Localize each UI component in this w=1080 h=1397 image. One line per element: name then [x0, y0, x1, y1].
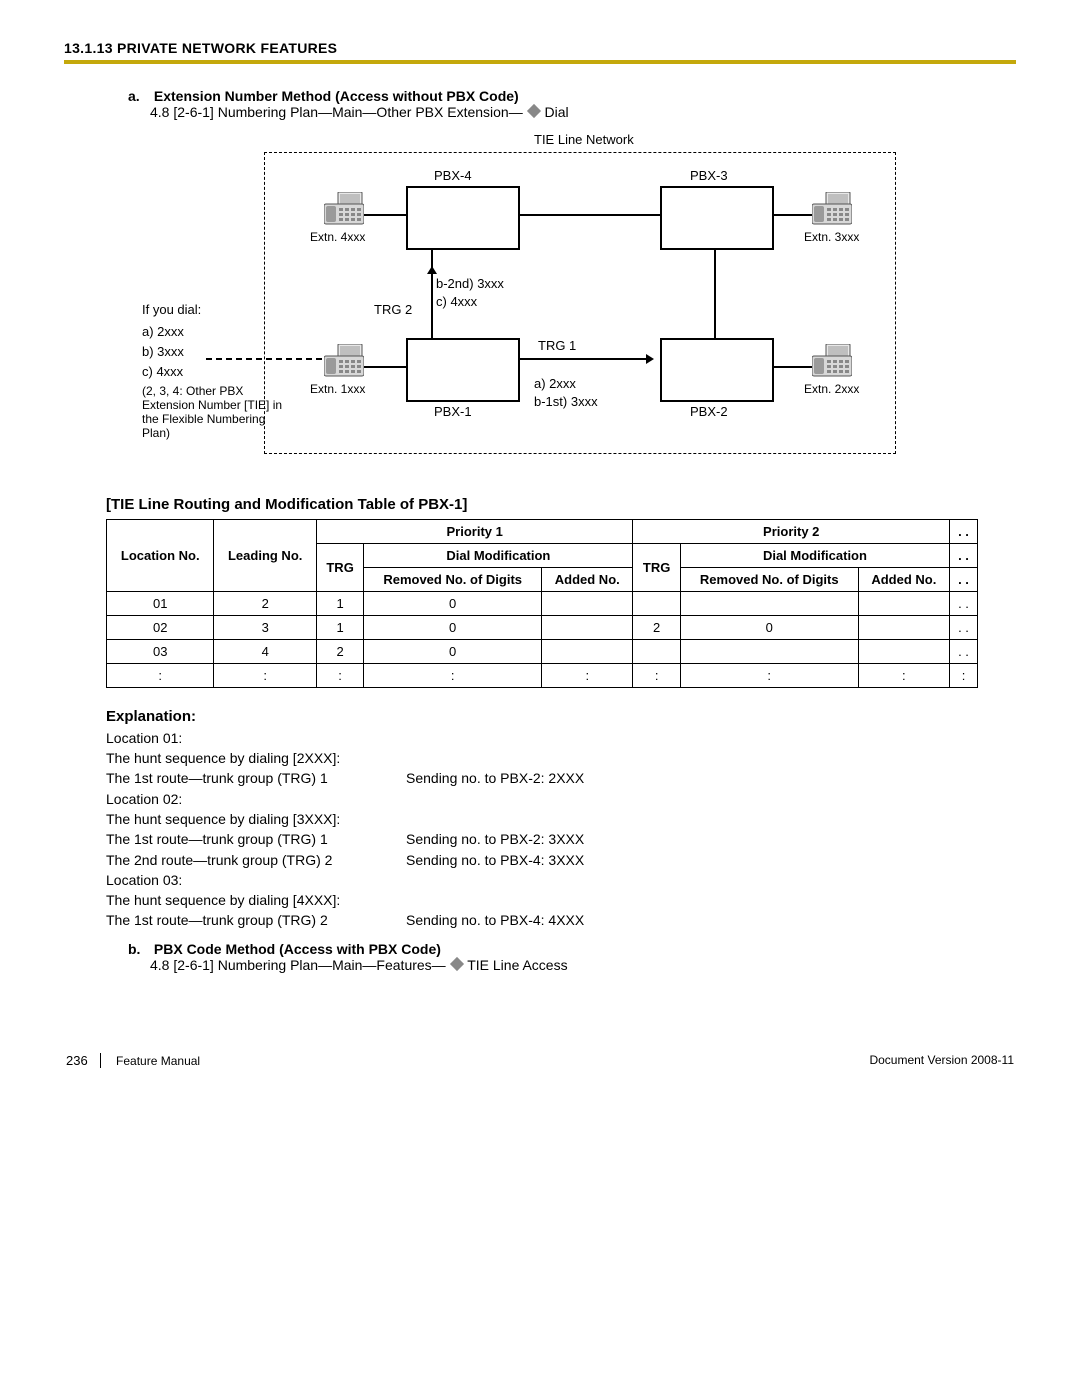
loc02-label: Location 02:	[106, 789, 1016, 809]
phone-icon	[812, 344, 852, 378]
a2-label: a) 2xxx	[534, 376, 576, 391]
th-trg1: TRG	[316, 544, 363, 592]
loc02-hunt: The hunt sequence by dialing [3XXX]:	[106, 809, 1016, 829]
b1st-label: b-1st) 3xxx	[534, 394, 598, 409]
th-location: Location No.	[107, 520, 214, 592]
table-title: [TIE Line Routing and Modification Table…	[106, 496, 1016, 513]
th-dots: . .	[950, 568, 978, 592]
th-add2: Added No.	[858, 568, 949, 592]
th-dots: . .	[950, 544, 978, 568]
ext2-label: Extn. 2xxx	[804, 382, 859, 396]
th-dots: . .	[950, 520, 978, 544]
table-row: : : : : : : : : :	[107, 664, 978, 688]
loc02-route2-left: The 2nd route—trunk group (TRG) 2	[106, 850, 406, 870]
th-add1: Added No.	[542, 568, 633, 592]
phone-icon	[324, 192, 364, 226]
page-footer: 236 Feature Manual Document Version 2008…	[64, 1053, 1016, 1068]
phone-icon	[324, 344, 364, 378]
page-number: 236	[66, 1053, 101, 1068]
th-leading: Leading No.	[214, 520, 316, 592]
item-b-label: b.	[128, 941, 150, 957]
diagram-title: TIE Line Network	[534, 132, 634, 147]
item-b-text-suffix: TIE Line Access	[467, 957, 567, 973]
th-rem1: Removed No. of Digits	[364, 568, 542, 592]
b2nd-label: b-2nd) 3xxx	[436, 276, 504, 291]
c4-label: c) 4xxx	[436, 294, 477, 309]
loc01-label: Location 01:	[106, 728, 1016, 748]
item-a-text-suffix: Dial	[545, 104, 569, 120]
table-row: 03 4 2 0 . .	[107, 640, 978, 664]
th-priority2: Priority 2	[633, 520, 950, 544]
routing-table: Location No. Leading No. Priority 1 Prio…	[106, 519, 978, 688]
pbx2-label: PBX-2	[690, 404, 728, 419]
loc02-route1-left: The 1st route—trunk group (TRG) 1	[106, 829, 406, 849]
pbx4-label: PBX-4	[434, 168, 472, 183]
diamond-icon	[450, 957, 464, 971]
explanation-block: Explanation: Location 01: The hunt seque…	[106, 706, 1016, 931]
ext3-label: Extn. 3xxx	[804, 230, 859, 244]
loc03-route1-right: Sending no. to PBX-4: 4XXX	[406, 910, 1016, 930]
trg1-label: TRG 1	[538, 338, 576, 353]
item-b-text-prefix: 4.8 [2-6-1] Numbering Plan—Main—Features…	[150, 957, 446, 973]
table-row: 02 3 1 0 2 0 . .	[107, 616, 978, 640]
diagram-note: (2, 3, 4: Other PBX Extension Number [TI…	[142, 384, 292, 440]
item-a-body: 4.8 [2-6-1] Numbering Plan—Main—Other PB…	[150, 104, 1016, 120]
section-rule	[64, 60, 1016, 64]
loc02-route1-right: Sending no. to PBX-2: 3XXX	[406, 829, 1016, 849]
opt-a: a) 2xxx	[142, 324, 184, 339]
loc01-hunt: The hunt sequence by dialing [2XXX]:	[106, 748, 1016, 768]
section-heading: 13.1.13 PRIVATE NETWORK FEATURES	[64, 40, 1016, 56]
table-row: 01 2 1 0 . .	[107, 592, 978, 616]
th-rem2: Removed No. of Digits	[680, 568, 858, 592]
th-mod1: Dial Modification	[364, 544, 633, 568]
ext4-label: Extn. 4xxx	[310, 230, 365, 244]
loc03-label: Location 03:	[106, 870, 1016, 890]
pbx3-label: PBX-3	[690, 168, 728, 183]
opt-b: b) 3xxx	[142, 344, 184, 359]
ifdial-label: If you dial:	[142, 302, 201, 317]
item-a: a. Extension Number Method (Access witho…	[128, 88, 1016, 120]
item-a-title: Extension Number Method (Access without …	[154, 88, 519, 104]
opt-c: c) 4xxx	[142, 364, 183, 379]
item-b: b. PBX Code Method (Access with PBX Code…	[128, 941, 1016, 973]
phone-icon	[812, 192, 852, 226]
loc01-route1-left: The 1st route—trunk group (TRG) 1	[106, 768, 406, 788]
item-a-text-prefix: 4.8 [2-6-1] Numbering Plan—Main—Other PB…	[150, 104, 523, 120]
item-b-title: PBX Code Method (Access with PBX Code)	[154, 941, 441, 957]
doc-version: Document Version 2008-11	[869, 1053, 1014, 1067]
loc03-route1-left: The 1st route—trunk group (TRG) 2	[106, 910, 406, 930]
loc03-hunt: The hunt sequence by dialing [4XXX]:	[106, 890, 1016, 910]
explanation-heading: Explanation:	[106, 706, 1016, 728]
ext1-label: Extn. 1xxx	[310, 382, 365, 396]
th-mod2: Dial Modification	[680, 544, 949, 568]
loc01-route1-right: Sending no. to PBX-2: 2XXX	[406, 768, 1016, 788]
tie-line-diagram: TIE Line Network PBX-4 Extn. 4xxx PBX-3 …	[134, 132, 914, 472]
manual-name: Feature Manual	[116, 1054, 200, 1068]
trg2-label: TRG 2	[374, 302, 412, 317]
th-trg2: TRG	[633, 544, 680, 592]
item-b-body: 4.8 [2-6-1] Numbering Plan—Main—Features…	[150, 957, 1016, 973]
item-a-label: a.	[128, 88, 150, 104]
th-priority1: Priority 1	[316, 520, 633, 544]
diamond-icon	[527, 104, 541, 118]
loc02-route2-right: Sending no. to PBX-4: 3XXX	[406, 850, 1016, 870]
pbx1-label: PBX-1	[434, 404, 472, 419]
